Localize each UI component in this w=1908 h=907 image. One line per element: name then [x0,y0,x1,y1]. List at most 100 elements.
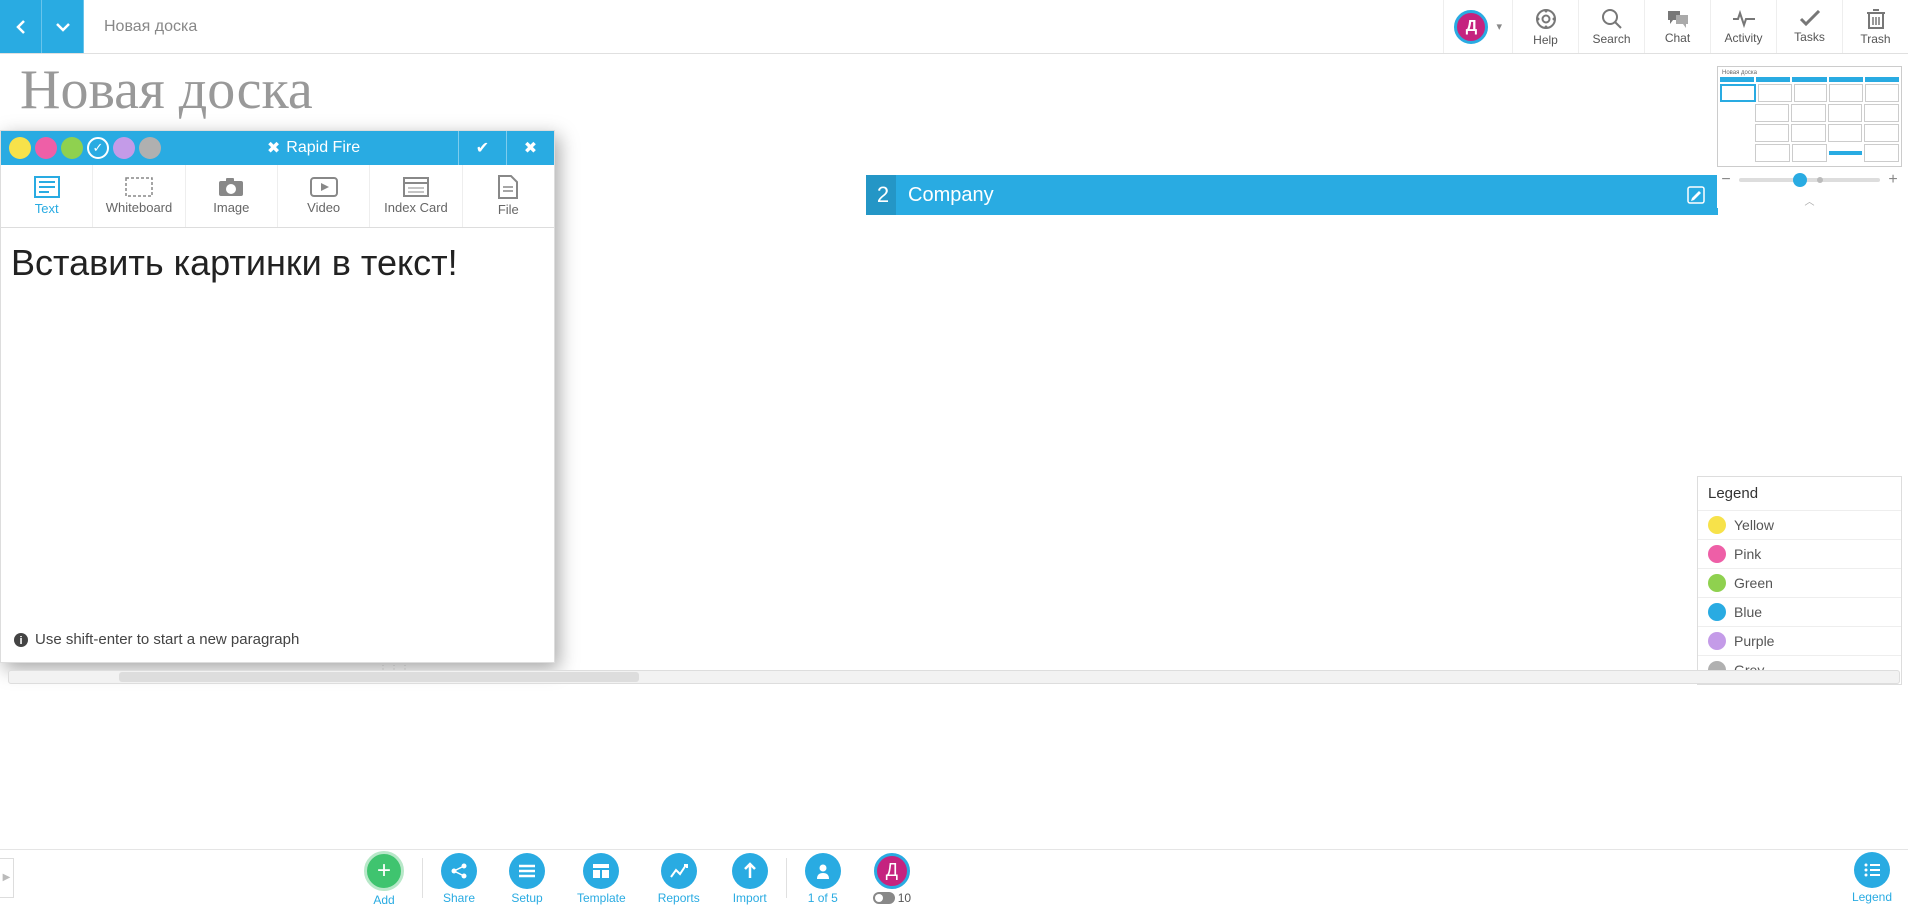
share-icon [441,853,477,889]
expand-handle[interactable]: ▶ [0,858,14,898]
trash-button[interactable]: Trash [1842,0,1908,53]
import-button[interactable]: Import [732,853,768,905]
legend-item-green[interactable]: Green [1698,568,1901,597]
add-label: Add [373,893,394,907]
toolbar-right: Legend [1852,852,1908,904]
legend-label: Pink [1734,546,1761,562]
tab-video[interactable]: Video [278,165,370,227]
zoom-in-button[interactable]: + [1886,171,1900,189]
back-button[interactable] [0,0,42,53]
edit-icon[interactable] [1686,185,1706,205]
panel-tabs: Text Whiteboard Image Video Index Card [1,165,554,228]
svg-text:i: i [19,635,22,647]
tab-index-card[interactable]: Index Card [370,165,462,227]
template-button[interactable]: Template [577,853,626,905]
zoom-out-button[interactable]: − [1719,171,1733,189]
setup-button[interactable]: Setup [509,853,545,905]
close-x-icon: ✖ [267,138,280,158]
person-icon [805,853,841,889]
dot-icon [1708,574,1726,592]
minimap-collapse[interactable]: ︿ [1717,193,1902,208]
chat-label: Chat [1665,31,1690,45]
presence-user[interactable]: Д 10 [873,853,911,905]
confirm-button[interactable]: ✔ [458,131,506,165]
presence-badge-text: 10 [898,891,911,905]
toolbar-group-actions: Share Setup Template Reports Import [441,851,768,905]
tab-file[interactable]: File [463,165,554,227]
search-button[interactable]: Search [1578,0,1644,53]
tasks-button[interactable]: Tasks [1776,0,1842,53]
help-button[interactable]: Help [1512,0,1578,53]
close-button[interactable]: ✖ [506,131,554,165]
breadcrumb[interactable]: Новая доска [84,0,217,53]
share-button[interactable]: Share [441,853,477,905]
help-label: Help [1533,33,1558,47]
user-menu[interactable]: Д ▾ [1443,0,1512,53]
tab-text-label: Text [35,202,59,216]
color-green[interactable] [61,137,83,159]
tab-text[interactable]: Text [1,165,93,227]
zoom-slider[interactable] [1739,178,1880,182]
bottom-toolbar: ▶ + Add Share Setup Template [0,849,1908,905]
panel-hint-text: Use shift-enter to start a new paragraph [35,631,299,648]
presence-badge: 10 [873,891,911,905]
reports-button[interactable]: Reports [658,853,700,905]
legend-label: Purple [1734,633,1774,649]
list-icon [1854,852,1890,888]
legend-label: Green [1734,575,1773,591]
dot-icon [1708,632,1726,650]
whiteboard-icon [125,177,153,197]
reports-icon [661,853,697,889]
dot-icon [1708,545,1726,563]
minimap-title: Новая доска [1720,69,1899,77]
chat-icon [1666,9,1690,29]
legend-item-yellow[interactable]: Yellow [1698,510,1901,539]
minimap[interactable]: Новая доска − + ︿ [1717,66,1902,208]
dropdown-button[interactable] [42,0,84,53]
search-icon [1601,8,1623,30]
import-label: Import [733,891,767,905]
trash-label: Trash [1860,32,1890,46]
video-icon [310,177,338,197]
legend-item-purple[interactable]: Purple [1698,626,1901,655]
legend-item-blue[interactable]: Blue [1698,597,1901,626]
legend-button[interactable]: Legend [1852,852,1892,904]
panel-header: ✓ ✖ Rapid Fire ✔ ✖ [1,131,554,165]
dot-icon [1708,603,1726,621]
legend-panel: Legend Yellow Pink Green Blue Purple Gre… [1697,476,1902,685]
legend-title: Legend [1698,477,1901,510]
import-icon [732,853,768,889]
setup-label: Setup [511,891,542,905]
color-grey[interactable] [139,137,161,159]
tab-image[interactable]: Image [186,165,278,227]
search-label: Search [1592,32,1630,46]
help-icon [1534,7,1558,31]
camera-icon [218,177,244,197]
tab-index-card-label: Index Card [384,201,448,215]
share-label: Share [443,891,475,905]
tab-whiteboard[interactable]: Whiteboard [93,165,185,227]
column-2: 2 Company [866,175,1718,215]
color-purple[interactable] [113,137,135,159]
color-pink[interactable] [35,137,57,159]
column-header[interactable]: 2 Company [866,175,1718,215]
tab-video-label: Video [307,201,340,215]
panel-title-text: Rapid Fire [286,139,360,157]
activity-button[interactable]: Activity [1710,0,1776,53]
rapid-fire-panel: ✓ ✖ Rapid Fire ✔ ✖ Text Whiteboard [0,130,555,663]
file-icon [498,175,518,199]
color-selected-icon[interactable]: ✓ [87,137,109,159]
color-yellow[interactable] [9,137,31,159]
minimap-grid: Новая доска [1717,66,1902,167]
template-label: Template [577,891,626,905]
panel-text-input[interactable]: Вставить картинки в текст! [1,228,554,623]
presence-button[interactable]: 1 of 5 [805,853,841,905]
activity-icon [1732,9,1756,29]
info-icon: i [13,632,29,648]
horizontal-scrollbar[interactable]: ⋮⋮⋮ [8,670,1900,688]
add-button[interactable]: + Add [364,851,404,907]
board-title[interactable]: Новая доска [20,58,313,122]
chat-button[interactable]: Chat [1644,0,1710,53]
top-bar-right: Д ▾ Help Search Chat Activity [1443,0,1908,53]
legend-item-pink[interactable]: Pink [1698,539,1901,568]
